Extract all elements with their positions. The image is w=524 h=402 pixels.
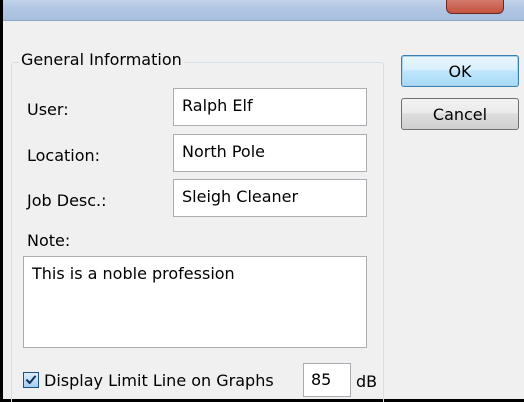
limit-value-field[interactable]: 85	[303, 363, 351, 397]
display-limit-line-checkbox[interactable]	[23, 372, 39, 388]
location-field[interactable]: North Pole	[173, 134, 367, 172]
job-desc-label: Job Desc.:	[27, 191, 107, 210]
display-limit-line-label: Display Limit Line on Graphs	[44, 371, 274, 390]
user-field[interactable]: Ralph Elf	[173, 88, 367, 126]
title-bar	[3, 0, 524, 21]
check-icon	[26, 375, 36, 384]
group-title: General Information	[19, 49, 184, 71]
dialog-window: General Information User: Ralph Elf Loca…	[0, 0, 524, 402]
note-textarea[interactable]: This is a noble profession	[23, 256, 367, 348]
db-unit-label: dB	[356, 372, 378, 391]
location-label: Location:	[27, 146, 101, 165]
close-button[interactable]	[446, 0, 504, 14]
user-label: User:	[27, 100, 69, 119]
cancel-button[interactable]: Cancel	[401, 98, 519, 130]
job-desc-field[interactable]: Sleigh Cleaner	[173, 179, 367, 217]
note-label: Note:	[27, 231, 71, 250]
ok-button[interactable]: OK	[401, 55, 519, 87]
